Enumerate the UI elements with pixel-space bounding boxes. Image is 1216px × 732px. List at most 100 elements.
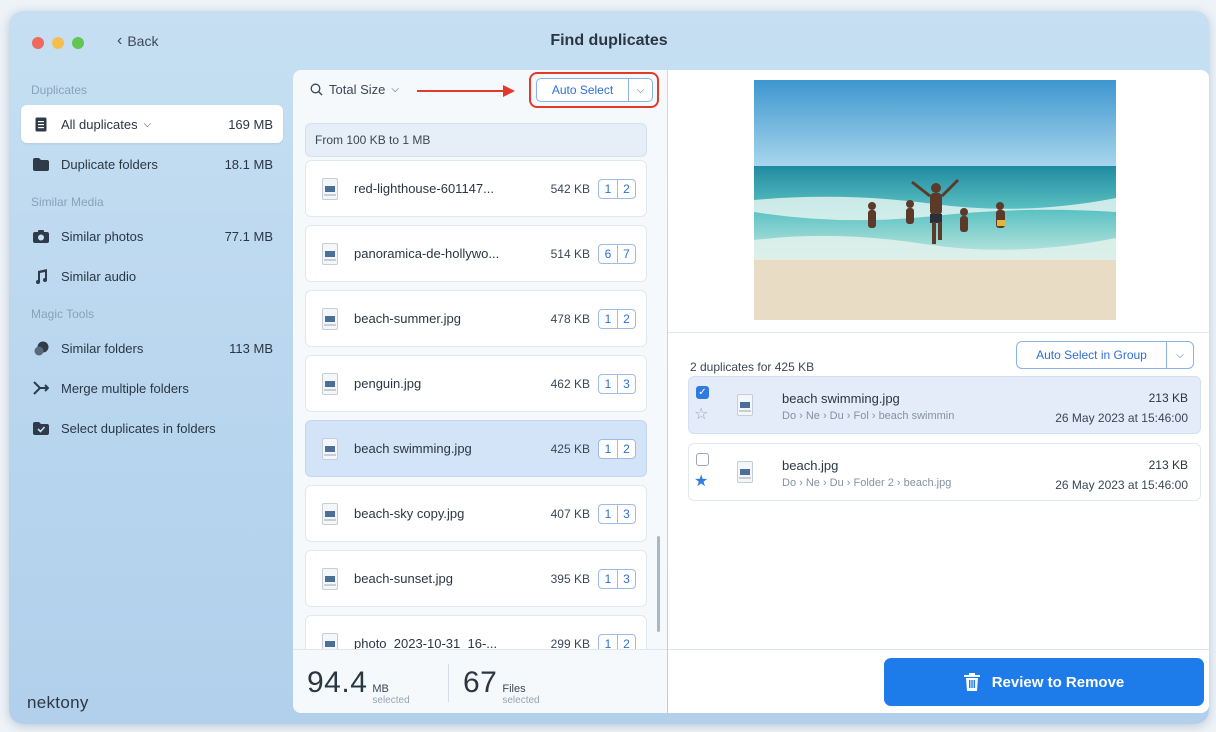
annotation-arrow-line — [417, 90, 505, 92]
stat-divider — [448, 664, 449, 702]
selected-count: 1 — [604, 181, 612, 196]
file-row[interactable]: penguin.jpg 462 KB 13 — [305, 355, 647, 412]
item-checkbox[interactable]: ✓ — [696, 386, 709, 399]
duplicate-item[interactable]: ★ beach.jpg Do › Ne › Du › Folder 2 › be… — [688, 443, 1201, 501]
duplicate-item[interactable]: ✓ ☆ beach swimming.jpg Do › Ne › Du › Fo… — [688, 376, 1201, 434]
duplicate-file-path: Do › Ne › Du › Fol › beach swimmin — [782, 410, 955, 422]
list-toolbar: Total Size ⌵ Auto Select ⌵ — [293, 70, 667, 112]
selected-count: 1 — [604, 636, 612, 651]
selected-files-stat: 67 Files selected — [463, 666, 540, 706]
sidebar-item-similar-photos[interactable]: Similar photos 77.1 MB — [21, 217, 283, 255]
selected-files-unit: Files — [502, 683, 526, 695]
file-size: 407 KB — [550, 506, 590, 521]
sidebar-item-similar-audio[interactable]: Similar audio — [21, 257, 283, 295]
jpeg-file-icon — [322, 242, 338, 265]
duplicate-count-badge: 12 — [598, 178, 636, 199]
app-window: ‹ Back Find duplicates Duplicates All du… — [9, 11, 1209, 724]
sidebar-item-merge-folders[interactable]: Merge multiple folders — [21, 369, 283, 407]
chevron-down-icon[interactable]: ⌵ — [1167, 350, 1193, 361]
auto-select-button[interactable]: Auto Select ⌵ — [536, 78, 653, 102]
review-to-remove-button[interactable]: Review to Remove — [884, 658, 1204, 706]
selected-files-value: 67 — [463, 666, 498, 699]
similar-folders-icon — [33, 340, 49, 356]
total-count: 3 — [617, 569, 635, 588]
duplicate-count-badge: 12 — [598, 633, 636, 651]
jpeg-file-icon — [322, 502, 338, 525]
file-name: panoramica-de-hollywo... — [354, 246, 500, 261]
title-bar: ‹ Back Find duplicates — [9, 11, 1209, 71]
file-row-selected[interactable]: beach swimming.jpg 425 KB 12 — [305, 420, 647, 477]
duplicate-count-badge: 13 — [598, 373, 636, 394]
file-row[interactable]: panoramica-de-hollywo... 514 KB 67 — [305, 225, 647, 282]
star-filled-icon[interactable]: ★ — [694, 474, 708, 490]
jpeg-file-icon — [737, 394, 753, 416]
file-name: photo_2023-10-31_16-... — [354, 636, 498, 650]
detail-panel: 2 duplicates for 425 KB Auto Select in G… — [668, 70, 1209, 713]
file-list: red-lighthouse-601147... 542 KB 12 panor… — [305, 160, 647, 650]
selected-size-caption: selected — [372, 695, 410, 706]
sidebar-item-select-in-folders[interactable]: Select duplicates in folders — [21, 409, 283, 447]
file-name: beach-summer.jpg — [354, 311, 461, 326]
star-outline-icon[interactable]: ☆ — [694, 407, 708, 423]
selected-count: 1 — [604, 311, 612, 326]
trash-icon — [963, 673, 980, 691]
file-size: 514 KB — [550, 246, 590, 261]
duplicate-count-badge: 13 — [598, 568, 636, 589]
review-to-remove-label: Review to Remove — [991, 673, 1125, 691]
file-row[interactable]: beach-summer.jpg 478 KB 12 — [305, 290, 647, 347]
file-size: 462 KB — [550, 376, 590, 391]
music-note-icon — [33, 268, 49, 284]
camera-icon — [33, 228, 49, 244]
jpeg-file-icon — [322, 437, 338, 460]
chevron-down-icon: ⌵ — [391, 84, 399, 95]
document-icon — [33, 116, 49, 132]
sidebar-item-all-duplicates[interactable]: All duplicates ⌵ 169 MB — [21, 105, 283, 143]
sidebar-item-label: Duplicate folders — [61, 156, 158, 172]
file-name: red-lighthouse-601147... — [354, 181, 494, 196]
chevron-down-icon[interactable]: ⌵ — [629, 85, 652, 96]
selected-count: 1 — [604, 571, 612, 586]
sidebar-item-label: Similar audio — [61, 268, 137, 284]
file-row[interactable]: beach-sunset.jpg 395 KB 13 — [305, 550, 647, 607]
folder-icon — [33, 156, 49, 172]
sidebar-item-size: 77.1 MB — [224, 228, 273, 244]
auto-select-label[interactable]: Auto Select — [537, 79, 629, 101]
selected-size-value: 94.4 — [307, 666, 368, 699]
duplicate-file-name: beach.jpg — [782, 458, 839, 473]
jpeg-file-icon — [322, 632, 338, 650]
duplicate-file-date: 26 May 2023 at 15:46:00 — [1055, 478, 1188, 492]
sidebar-item-size: 169 MB — [228, 116, 273, 132]
sidebar-section-duplicates: Duplicates — [31, 83, 88, 97]
auto-select-in-group-label[interactable]: Auto Select in Group — [1017, 342, 1167, 368]
file-name: beach-sky copy.jpg — [354, 506, 465, 521]
beach-photo-preview — [754, 80, 1116, 320]
file-size: 395 KB — [550, 571, 590, 586]
selected-count: 1 — [604, 441, 612, 456]
total-count: 2 — [617, 634, 635, 650]
total-count: 2 — [617, 439, 635, 458]
file-row[interactable]: red-lighthouse-601147... 542 KB 12 — [305, 160, 647, 217]
panel-divider — [668, 332, 1209, 333]
sidebar-item-label: Similar folders — [61, 340, 144, 356]
sort-selector[interactable]: Total Size ⌵ — [310, 82, 399, 97]
file-row[interactable]: photo_2023-10-31_16-... 299 KB 12 — [305, 615, 647, 650]
sidebar-item-similar-folders[interactable]: Similar folders 113 MB — [21, 329, 283, 367]
brand-logo: nektony — [27, 693, 89, 712]
sidebar-item-duplicate-folders[interactable]: Duplicate folders 18.1 MB — [21, 145, 283, 183]
sort-label: Total Size — [329, 82, 386, 97]
duplicate-count-badge: 67 — [598, 243, 636, 264]
file-size: 542 KB — [550, 181, 590, 196]
selected-count: 1 — [604, 506, 612, 521]
sidebar-item-label: Select duplicates in folders — [61, 420, 216, 436]
file-name: penguin.jpg — [354, 376, 422, 391]
sidebar-item-label: Similar photos — [61, 228, 144, 244]
item-checkbox[interactable] — [696, 453, 709, 466]
jpeg-file-icon — [322, 307, 338, 330]
sidebar: Duplicates All duplicates ⌵ 169 MB Dupli… — [21, 71, 283, 711]
auto-select-in-group-button[interactable]: Auto Select in Group ⌵ — [1016, 341, 1194, 369]
file-row[interactable]: beach-sky copy.jpg 407 KB 13 — [305, 485, 647, 542]
sidebar-item-size: 113 MB — [229, 340, 273, 356]
selected-count: 1 — [604, 376, 612, 391]
list-scrollbar[interactable] — [657, 536, 660, 632]
selected-size-stat: 94.4 MB selected — [307, 666, 410, 706]
